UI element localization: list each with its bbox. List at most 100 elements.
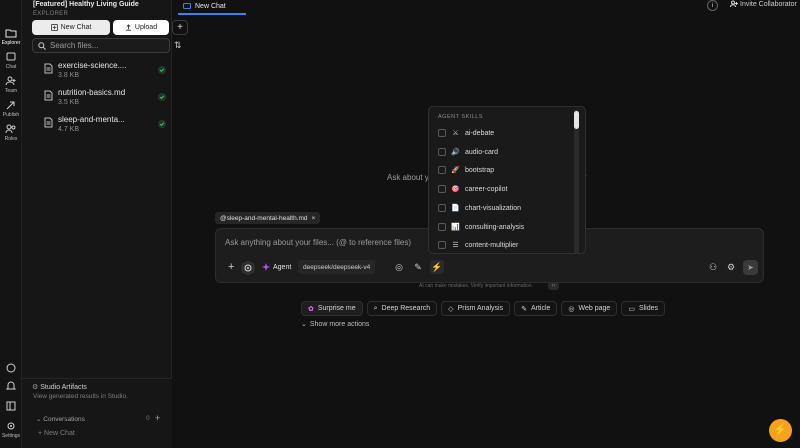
skill-checkbox[interactable] xyxy=(438,223,446,231)
deep-research-button[interactable]: ⌕ Deep Research xyxy=(366,301,438,316)
search-input[interactable] xyxy=(50,41,160,50)
new-chat-label: New Chat xyxy=(60,24,92,31)
skill-icon: 🎯 xyxy=(451,186,460,193)
rail-settings[interactable]: Settings xyxy=(0,420,22,439)
composer-settings-button[interactable]: ⚙ xyxy=(725,261,737,273)
team-icon xyxy=(5,76,16,86)
add-button[interactable]: + xyxy=(172,20,188,35)
skill-checkbox[interactable] xyxy=(438,185,446,193)
rail-label: Roles xyxy=(4,136,18,142)
invite-collaborator-button[interactable]: Invite Collaborator xyxy=(730,0,797,8)
web-search-button[interactable]: ◎ xyxy=(393,261,405,273)
rail-team[interactable]: Team xyxy=(0,75,22,94)
globe-icon: ◎ xyxy=(568,305,575,313)
agent-label: Agent xyxy=(273,263,292,271)
rail-explorer[interactable]: Explorer xyxy=(0,27,22,46)
skill-checkbox[interactable] xyxy=(438,129,446,137)
article-button[interactable]: ✎ Article xyxy=(514,301,558,316)
skill-item[interactable]: 🚀 bootstrap xyxy=(438,163,568,177)
plus-icon: + xyxy=(177,22,183,33)
rail-messages[interactable] xyxy=(0,362,22,374)
sort-icon: ⇅ xyxy=(174,40,182,50)
skill-label: chart-visualization xyxy=(465,204,522,212)
upload-icon xyxy=(125,24,132,31)
folder-icon xyxy=(5,29,17,38)
file-item[interactable]: nutrition-basics.md 3.5 KB xyxy=(44,87,174,111)
send-button[interactable]: ➤ xyxy=(743,260,758,275)
skill-checkbox[interactable] xyxy=(438,204,446,212)
show-more-actions[interactable]: ⌄ Show more actions xyxy=(301,320,369,329)
close-icon[interactable]: × xyxy=(312,215,316,222)
skill-item[interactable]: ☰ content-multiplier xyxy=(438,238,568,252)
skill-item[interactable]: 🎯 career-copilot xyxy=(438,182,568,196)
agent-toggle[interactable]: Agent xyxy=(262,260,291,274)
artifacts-title-text: Studio Artifacts xyxy=(40,384,87,391)
info-button[interactable]: i xyxy=(707,0,718,11)
conversations-header[interactable]: ⌄ Conversations xyxy=(36,415,85,423)
edit-button[interactable]: ✎ xyxy=(412,261,424,273)
rail-publish[interactable]: Publish xyxy=(0,99,22,118)
action-label: Web page xyxy=(578,305,611,312)
file-name: exercise-science.... xyxy=(58,61,127,70)
sort-button[interactable]: ⇅ xyxy=(174,40,182,51)
artifacts-icon: ⚙ xyxy=(32,384,39,391)
file-item[interactable]: sleep-and-menta... 4.7 KB xyxy=(44,114,174,138)
skill-checkbox[interactable] xyxy=(438,148,446,156)
rail-docs[interactable] xyxy=(0,400,22,412)
rail-label: Chat xyxy=(5,64,17,70)
send-icon: ➤ xyxy=(747,263,754,272)
skill-item[interactable]: 📄 chart-visualization xyxy=(438,201,568,215)
scrollbar-thumb[interactable] xyxy=(574,111,579,129)
new-chat-button[interactable]: New Chat xyxy=(32,20,110,35)
skill-icon: 📄 xyxy=(451,205,460,212)
skill-item[interactable]: 🔊 audio-card xyxy=(438,145,568,159)
plus-icon: + xyxy=(155,413,161,423)
skill-item[interactable]: ⚔ ai-debate xyxy=(438,126,568,140)
new-conversation-label: New Chat xyxy=(44,430,75,437)
rail-chat[interactable]: Chat xyxy=(0,51,22,70)
quick-action-fab[interactable]: ⚡ xyxy=(769,419,792,442)
tab-label: New Chat xyxy=(195,3,226,10)
file-item[interactable]: exercise-science.... 3.8 KB xyxy=(44,60,174,84)
skill-icon: ⚔ xyxy=(452,130,459,137)
synced-check-icon xyxy=(158,120,166,128)
document-icon xyxy=(44,63,53,74)
new-conversation-item[interactable]: + New Chat xyxy=(38,430,75,437)
skill-checkbox[interactable] xyxy=(438,166,446,174)
prism-icon: ◇ xyxy=(448,305,454,313)
file-search[interactable] xyxy=(32,38,170,53)
gear-icon: ⚙ xyxy=(726,262,736,272)
research-icon: ⌕ xyxy=(373,304,378,312)
rail-notifications[interactable] xyxy=(0,380,22,392)
pen-icon: ✎ xyxy=(414,262,422,272)
skills-button[interactable]: ⚡ xyxy=(430,260,444,274)
persona-button[interactable]: ⚇ xyxy=(707,261,719,273)
model-selector[interactable]: deepseek/deepseek-v4 xyxy=(298,260,376,274)
action-label: Surprise me xyxy=(317,305,356,312)
lightning-icon: ⚡ xyxy=(773,424,788,436)
prism-analysis-button[interactable]: ◇ Prism Analysis xyxy=(441,301,511,316)
skills-header: AGENT SKILLS xyxy=(438,114,484,120)
add-conversation-button[interactable]: + xyxy=(155,413,160,423)
user-icon: ⚇ xyxy=(708,262,718,272)
tab-new-chat[interactable]: New Chat xyxy=(178,0,246,15)
rail-roles[interactable]: Roles xyxy=(0,123,22,142)
upload-button[interactable]: Upload xyxy=(113,20,169,35)
collapse-button[interactable]: ‹› xyxy=(548,282,559,290)
dropdown-scrollbar[interactable] xyxy=(574,109,579,254)
slides-button[interactable]: ▭ Slides xyxy=(621,301,666,316)
plus-icon: + xyxy=(228,261,235,273)
project-title: [Featured] Healthy Living Guide xyxy=(33,1,139,8)
invite-label: Invite Collaborator xyxy=(740,0,797,8)
file-name: sleep-and-menta... xyxy=(58,115,125,124)
mode-toggle[interactable] xyxy=(241,261,255,275)
attach-button[interactable]: + xyxy=(228,261,234,273)
file-size: 4.7 KB xyxy=(58,126,80,133)
artifacts-title[interactable]: ⚙ Studio Artifacts xyxy=(32,383,87,391)
surprise-me-button[interactable]: ✿ Surprise me xyxy=(301,301,363,316)
file-reference-chip[interactable]: @sleep-and-mental-health.md × xyxy=(215,212,321,224)
icon-rail: Explorer Chat Team Publish Roles Setting… xyxy=(0,0,22,448)
skill-checkbox[interactable] xyxy=(438,241,446,249)
skill-item[interactable]: 📊 consulting-analysis xyxy=(438,220,568,234)
web-page-button[interactable]: ◎ Web page xyxy=(561,301,618,316)
